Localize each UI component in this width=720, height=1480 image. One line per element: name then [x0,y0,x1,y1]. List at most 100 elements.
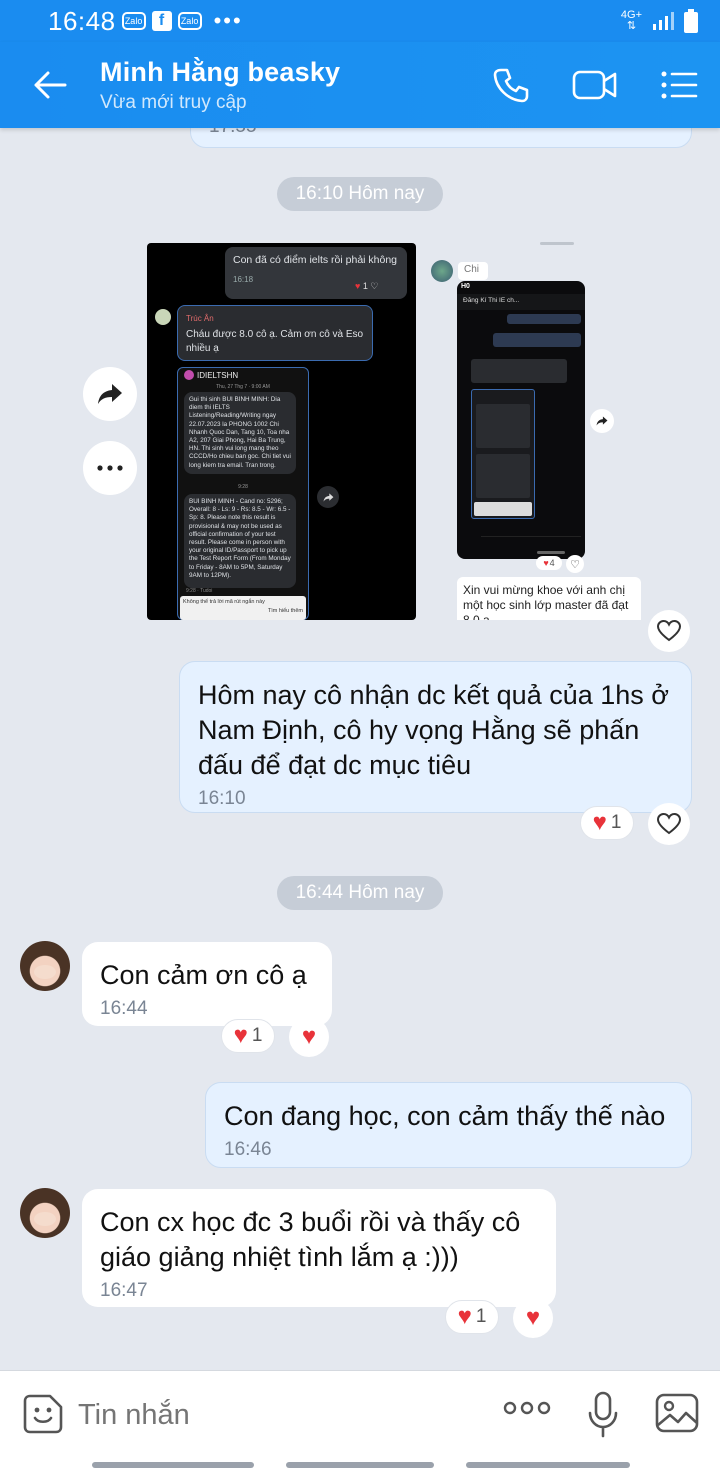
heart-filled-icon: ♥ [233,1022,248,1049]
message-input[interactable] [78,1387,478,1443]
status-bar: 16:48 Zalo f Zalo ••• 4G+ ⇅ [0,0,720,42]
contact-status: Vừa mới truy cập [100,91,247,113]
message-time: 16:46 [224,1139,272,1160]
status-time: 16:48 [48,5,116,36]
contact-avatar[interactable] [20,1188,70,1238]
message-bubble-received[interactable]: Con cảm ơn cô ạ 16:44 [82,942,332,1026]
back-button[interactable] [0,42,100,128]
contact-name: Minh Hằng beasky [100,56,341,87]
image-reply-bubble: Trúc Ân Cháu được 8.0 cô ạ. Cảm ơn cô và… [177,305,373,361]
more-dots-icon [97,465,123,471]
phone-mini-input [481,536,581,546]
microphone-icon [588,1391,618,1438]
reaction-count: 1 [475,1306,487,1327]
network-arrows-icon: ⇅ [626,20,637,32]
date-separator: 16:44 Hôm nay [277,876,443,910]
forward-caption: Xin vui mừng khoe với anh chị một học si… [457,577,641,620]
facebook-notification-icon: f [151,11,172,31]
reaction-badge[interactable]: ♥ 1 [445,1300,499,1334]
image-share-icon [317,486,339,508]
phone-mini-bubble [507,314,581,324]
nav-bar-segment [466,1462,630,1468]
message-bubble-sent[interactable]: Hôm nay cô nhận dc kết quả của 1hs ở Nam… [179,661,692,813]
reaction-badge[interactable]: ♥ 1 [221,1019,275,1053]
sms-learn-more: Tìm hiểu thêm [267,608,303,614]
phone-mini-logo: H0 [461,283,470,290]
sms-message-1: Gui thi sinh BUI BINH MINH: Dia diem thi… [184,392,296,474]
phone-mini-homebar [537,551,565,554]
sms-message-2: BUI BINH MINH - Cand no: 5296; Overall: … [184,494,296,588]
message-bubble-sent[interactable]: Con đang học, con cảm thấy thế nào 16:46 [205,1082,692,1168]
more-notifications-icon: ••• [213,8,243,33]
reaction-badge[interactable]: ♥ 1 [580,806,634,840]
image-sms-screenshot: IDIELTSHN Thu, 27 Thg 7 · 9:00 AM Gui th… [177,367,309,620]
network-indicator: 4G+ ⇅ [621,10,642,32]
share-arrow-icon [596,416,608,426]
react-heart-button[interactable] [648,610,690,652]
image-reply-name: Trúc Ân [186,314,214,323]
sms-date-line: Thu, 27 Thg 7 · 9:00 AM [216,384,270,390]
forward-share-button[interactable] [590,409,614,433]
image-question-bubble: Con đã có điểm ielts rồi phải không 16:1… [225,247,407,299]
react-heart-button[interactable]: ♥ [513,1298,553,1338]
heart-filled-icon: ♥ [457,1303,472,1330]
zalo-notification-icon: Zalo [121,12,146,30]
screenshot-image[interactable]: Con đã có điểm ielts rồi phải không 16:1… [147,243,416,620]
phone-icon [493,68,529,103]
heart-filled-icon: ♥ [301,1023,317,1050]
heart-filled-icon: ♥ [592,809,607,836]
message-bubble-received[interactable]: Con cx học đc 3 buổi rồi và thấy cô giáo… [82,1189,556,1307]
phone-mini-title: Đăng Kí Thi IE ch... [457,294,585,310]
signal-icon [653,12,674,30]
sms-sender-name: IDIELTSHN [197,370,239,380]
image-sms-header: IDIELTSHN [184,370,238,380]
phone-mini-bubble [493,333,581,347]
forwarded-phone-screenshot[interactable]: H0 Đăng Kí Thi IE ch... [457,281,585,559]
image-gallery-icon [655,1393,699,1433]
more-dots-icon [503,1401,551,1415]
video-camera-icon [572,70,617,100]
sms-time: 9:28 [238,484,248,490]
nav-bar-segment [92,1462,254,1468]
forward-sender-name: Chi [458,262,488,280]
scroll-handle [540,242,574,245]
heart-filled-icon: ♥ [525,1304,541,1331]
sticker-button[interactable] [22,1393,64,1435]
sms-sender-avatar [184,370,194,380]
heart-outline-icon [657,620,681,642]
video-call-button[interactable] [570,60,620,110]
voice-record-button[interactable] [587,1391,619,1439]
contact-info[interactable]: Minh Hằng beasky Vừa mới truy cập [100,57,340,114]
list-menu-icon [661,71,698,99]
back-arrow-icon [34,71,67,99]
image-picker-button[interactable] [655,1393,699,1433]
more-button[interactable] [503,1401,553,1427]
date-separator: 16:10 Hôm nay [277,177,443,211]
voice-call-button[interactable] [486,60,536,110]
share-arrow-icon [98,384,122,404]
forward-heart-outline-icon[interactable]: ♡ [566,555,584,573]
image-reply-text: Cháu được 8.0 cô ạ. Cảm ơn cô và Eso nhi… [186,329,364,354]
message-text: Hôm nay cô nhận dc kết quả của 1hs ở Nam… [198,680,669,780]
chat-header: Minh Hằng beasky Vừa mới truy cập [0,42,720,128]
react-heart-button[interactable] [648,803,690,845]
message-text: Con đang học, con cảm thấy thế nào [224,1101,666,1131]
image-question-react: ♥ 1 ♡ [355,281,379,291]
menu-button[interactable] [654,60,704,110]
heart-outline-icon [657,813,681,835]
image-avatar [155,309,171,325]
reaction-count: 1 [251,1025,263,1046]
image-question-text: Con đã có điểm ielts rồi phải không [233,254,398,266]
message-time: 16:44 [100,998,148,1019]
sms-time-2: 9:28 · Tudoi [186,588,213,594]
share-button[interactable] [83,367,137,421]
message-text: Con cảm ơn cô ạ [100,960,307,990]
forward-sender-avatar [431,260,453,282]
contact-avatar[interactable] [20,941,70,991]
react-heart-button[interactable]: ♥ [289,1017,329,1057]
forward-react-badge[interactable]: ♥ 4 [536,556,562,570]
more-options-button[interactable] [83,441,137,495]
phone-mini-bubble [471,359,567,383]
nav-bar-segment [286,1462,434,1468]
sticker-smile-icon [23,1394,63,1434]
